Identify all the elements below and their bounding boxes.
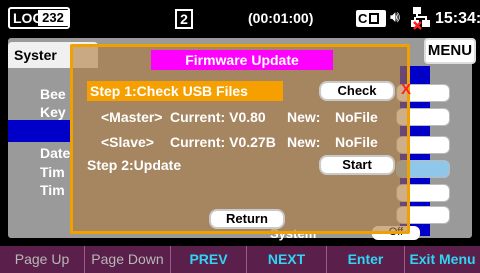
slave-label: <Slave> [101, 134, 154, 150]
timer-readout: (00:01:00) [248, 10, 314, 26]
master-label: <Master> [101, 109, 163, 125]
page-down-softkey[interactable]: Page Down [84, 246, 170, 273]
master-new-version: NoFile [335, 109, 378, 125]
device-address: 232 [38, 10, 68, 26]
memory-slot-indicator: 2 [175, 9, 193, 29]
background-selection-bar [8, 120, 70, 142]
bg-item-timer: Tim [40, 182, 65, 198]
return-button[interactable]: Return [209, 209, 285, 229]
speaker-icon: 🔊︎ [390, 9, 401, 26]
prev-softkey[interactable]: PREV [170, 246, 246, 273]
step1-label: Step 1:Check USB Files [87, 81, 283, 101]
firmware-update-dialog: Firmware Update Step 1:Check USB Files C… [70, 44, 412, 234]
clock: 15:34:06 [435, 10, 480, 27]
next-softkey[interactable]: NEXT [246, 246, 326, 273]
network-disconnected-icon [411, 7, 430, 30]
check-button[interactable]: Check [319, 81, 395, 101]
menu-button[interactable]: MENU [424, 38, 476, 64]
bg-item-date: Date [40, 145, 71, 161]
step2-label: Step 2:Update [87, 157, 182, 173]
slave-current-version: Current: V0.27B [170, 134, 276, 150]
softkey-bar: Page Up Page Down PREV NEXT Enter Exit M… [0, 246, 480, 273]
remote-local-indicator: LOC 232 [8, 7, 70, 29]
exit-menu-softkey[interactable]: Exit Menu [404, 246, 480, 273]
bg-item-key: Key [40, 104, 66, 120]
enter-softkey[interactable]: Enter [326, 246, 404, 273]
page-up-softkey[interactable]: Page Up [0, 246, 84, 273]
interface-icon: C [356, 10, 386, 27]
status-bar: LOC 232 2 (00:01:00) C 🔊︎ 15:34:06 [0, 0, 480, 34]
slave-new-label: New: [287, 134, 321, 150]
interface-badge-label: C [358, 11, 368, 26]
start-button[interactable]: Start [319, 155, 395, 175]
master-current-version: Current: V0.80 [170, 109, 266, 125]
dialog-title: Firmware Update [151, 50, 333, 70]
check-status-x: X [401, 81, 412, 98]
bg-item-time: Tim [40, 164, 65, 180]
master-new-label: New: [287, 109, 321, 125]
bg-item-beep: Bee [40, 86, 66, 102]
slave-new-version: NoFile [335, 134, 378, 150]
